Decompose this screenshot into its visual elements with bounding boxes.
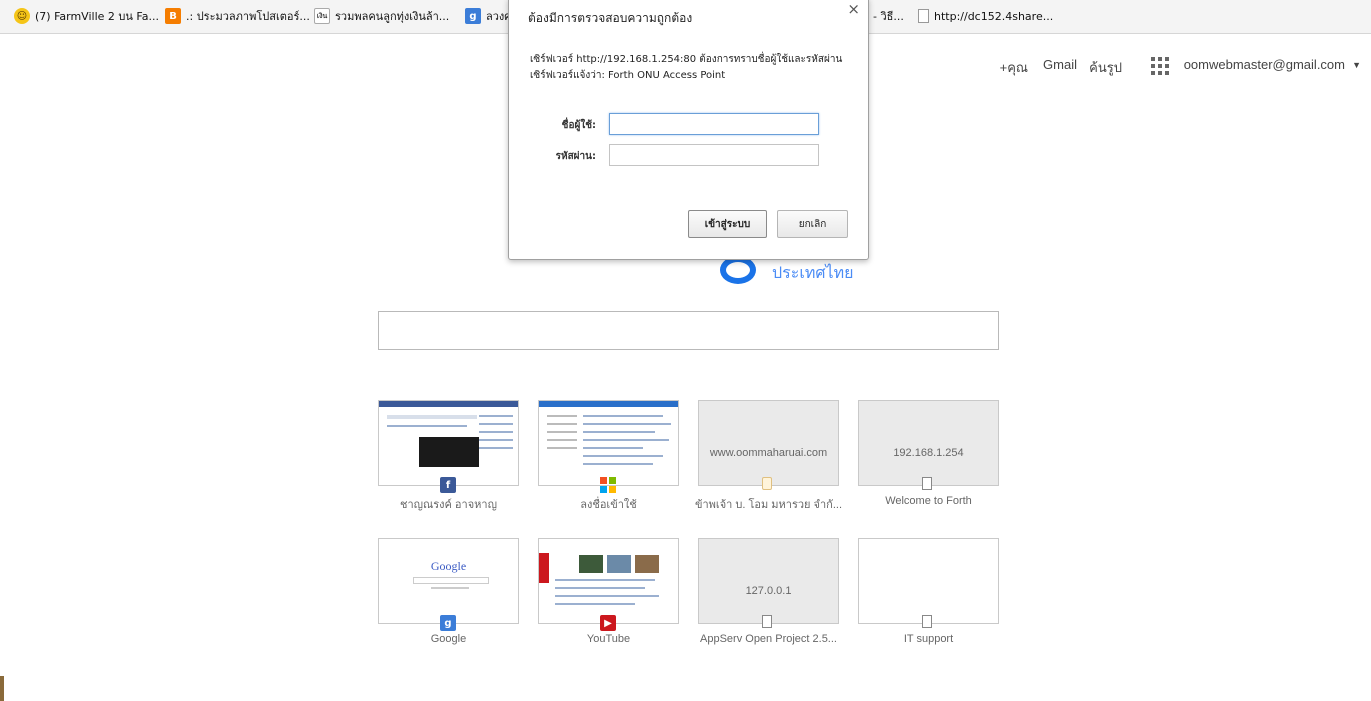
tile-url-text: 192.168.1.254 [893,447,964,459]
most-visited-tile[interactable]: www.oommaharuai.com ข้าพเจ้า บ. โอม มหาร… [695,400,842,511]
tile-caption: ข้าพเจ้า บ. โอม มหารวย จำกั... [694,499,843,511]
facebook-icon: f [440,477,456,493]
most-visited-tile[interactable]: 192.168.1.254 Welcome to Forth [858,400,999,507]
most-visited-tile[interactable]: ▶ YouTube [538,538,679,645]
bookmark-howto[interactable]: - วิธี... [873,7,904,25]
tile-thumbnail [378,400,519,486]
logo-country-label: ประเทศไทย [772,263,854,282]
google-icon: g [465,8,481,24]
page-icon [918,9,929,23]
most-visited-tile[interactable]: f ชาญณรงค์ อาจหาญ [378,400,519,511]
bookmark-poster[interactable]: B .: ประมวลภาพโปสเตอร์... [165,7,310,25]
page-icon [762,615,772,628]
smiley-icon: ☺ [14,8,30,24]
tile-thumbnail: 192.168.1.254 [858,400,999,486]
bookmark-label: - วิธี... [873,10,904,23]
dialog-title: ต้องมีการตรวจสอบความถูกต้อง [528,11,693,25]
bookmark-farmville[interactable]: ☺ (7) FarmVille 2 บน Fa... [14,7,159,25]
close-icon[interactable]: × [847,0,860,18]
bookmark-label: (7) FarmVille 2 บน Fa... [35,10,159,23]
dialog-message: เซิร์ฟเวอร์ http://192.168.1.254:80 ต้อง… [530,54,843,81]
google-icon: g [440,615,456,631]
password-label: รหัสผ่าน: [555,151,596,162]
bookmark-label: http://dc152.4share... [934,9,1054,23]
tile-thumbnail [538,538,679,624]
most-visited-tile[interactable]: 127.0.0.1 AppServ Open Project 2.5... [698,538,839,645]
page-icon [922,615,932,628]
note-icon [762,477,772,490]
plus-you-link[interactable]: +คุณ [1000,57,1028,78]
username-label: ชื่อผู้ใช้: [561,120,596,131]
tile-thumbnail [858,538,999,624]
password-field[interactable] [609,144,819,166]
tile-caption: Google [430,633,467,645]
most-visited-tile[interactable]: Google g Google [378,538,519,645]
cancel-button[interactable]: ยกเลิก [777,210,848,238]
tile-caption: IT support [903,633,954,645]
tile-thumbnail [538,400,679,486]
account-dropdown-icon[interactable]: ▼ [1352,60,1361,70]
tile-url-text: www.oommaharuai.com [709,447,828,459]
search-input[interactable] [378,311,999,350]
tile-caption: Welcome to Forth [885,495,972,507]
tile-url-text: 127.0.0.1 [745,585,792,597]
bookmark-4share[interactable]: http://dc152.4share... [918,7,1053,25]
youtube-icon: ▶ [600,615,616,631]
tile-caption: ลงชื่อเข้าใช้ [580,499,637,511]
gmail-link[interactable]: Gmail [1043,57,1077,72]
google-logo-o [720,256,756,284]
account-email[interactable]: oomwebmaster@gmail.com [1184,57,1345,72]
site-icon: เงิน [314,8,330,24]
tile-thumbnail: www.oommaharuai.com [698,400,839,486]
page-icon [922,477,932,490]
tile-thumb-logo: Google [430,559,467,573]
tile-thumbnail: 127.0.0.1 [698,538,839,624]
auth-dialog: ต้องมีการตรวจสอบความถูกต้อง × เซิร์ฟเวอร… [508,0,869,260]
login-button[interactable]: เข้าสู่ระบบ [688,210,767,238]
microsoft-icon [600,477,616,493]
blogger-icon: B [165,8,181,24]
username-field[interactable] [609,113,819,135]
window-edge [0,676,4,701]
apps-grid-icon[interactable] [1151,57,1169,75]
tile-caption: ชาญณรงค์ อาจหาญ [400,499,497,511]
tile-caption: AppServ Open Project 2.5... [700,633,837,645]
bookmark-label: .: ประมวลภาพโปสเตอร์... [186,10,310,23]
most-visited-tile[interactable]: ลงชื่อเข้าใช้ [538,400,679,511]
bookmark-label: รวมพลคนลูกทุ่งเงินล้า... [335,10,450,23]
most-visited-tile[interactable]: IT support [858,538,999,645]
tile-thumbnail: Google [378,538,519,624]
bookmark-google[interactable]: g ลวงศ [465,7,511,25]
bookmark-luktung[interactable]: เงิน รวมพลคนลูกทุ่งเงินล้า... [314,7,449,25]
tile-caption: YouTube [586,633,631,645]
images-link[interactable]: ค้นรูป [1089,57,1122,78]
